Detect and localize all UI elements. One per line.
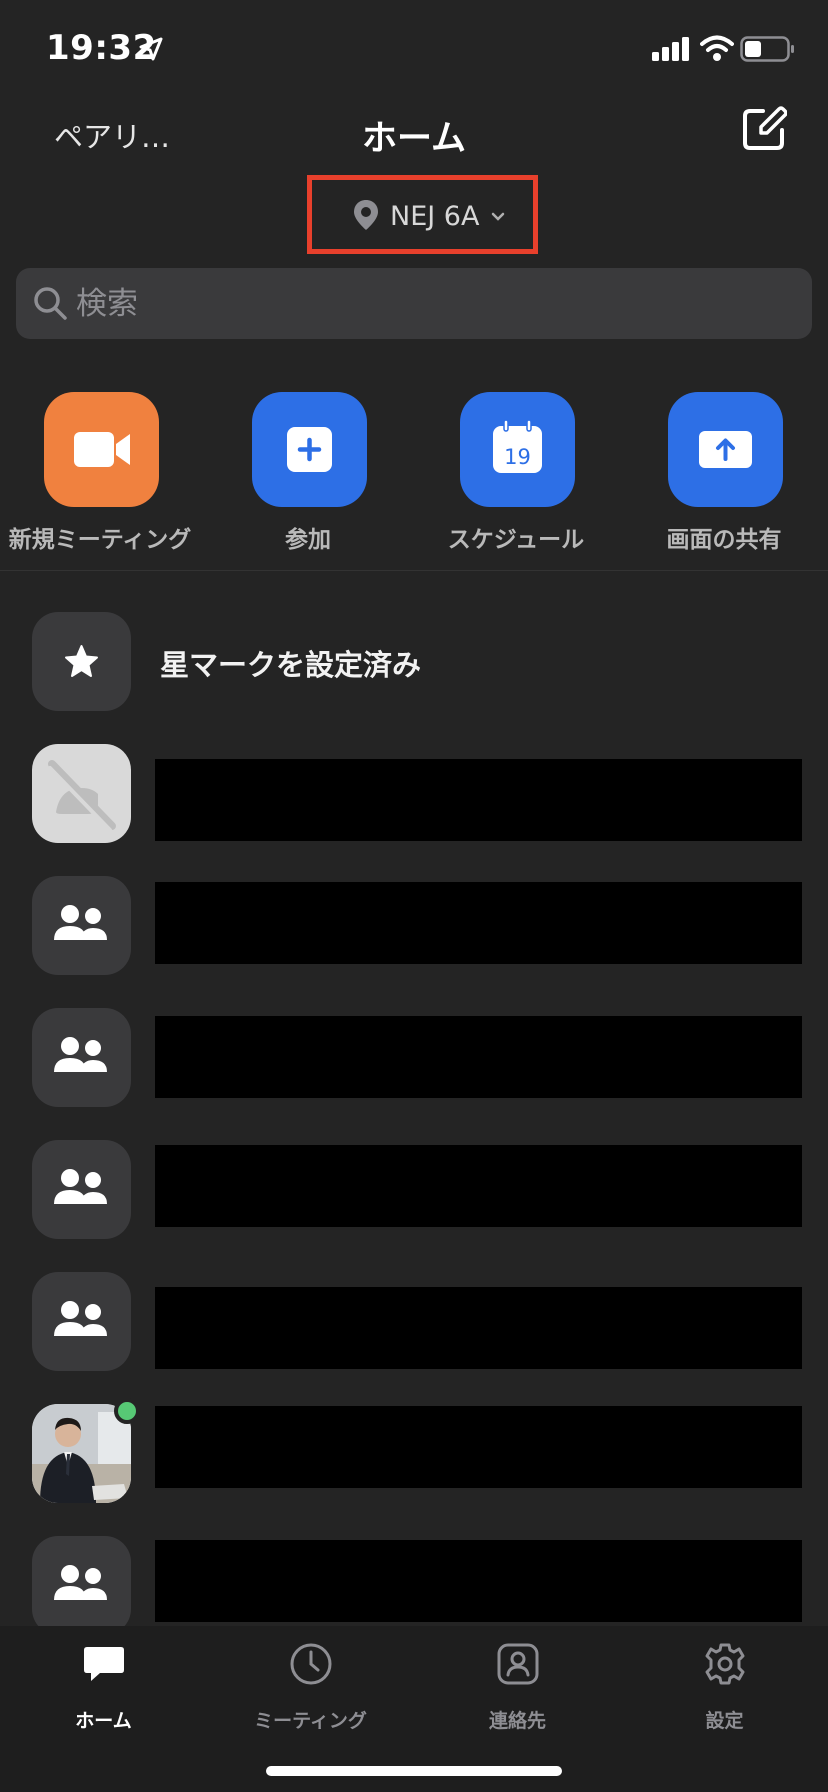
tab-meetings-label: ミーティング	[254, 1710, 367, 1732]
avatar	[32, 876, 131, 975]
compose-icon[interactable]	[741, 106, 787, 152]
video-camera-icon	[74, 432, 130, 467]
tab-settings[interactable]: 設定	[621, 1626, 828, 1746]
chevron-down-icon	[491, 212, 505, 221]
calendar-day: 19	[504, 445, 531, 469]
cellular-signal-icon	[652, 37, 689, 61]
schedule-label: スケジュール	[447, 527, 585, 553]
avatar	[32, 1536, 131, 1635]
location-selector[interactable]: NEJ 6A	[307, 175, 538, 254]
list-item[interactable]	[0, 1272, 828, 1372]
home-indicator[interactable]	[266, 1766, 562, 1776]
share-screen-label: 画面の共有	[666, 527, 782, 553]
location-name: NEJ 6A	[390, 201, 480, 232]
starred-avatar	[32, 612, 131, 711]
list-item[interactable]	[0, 744, 828, 844]
new-meeting-label: 新規ミーティング	[8, 527, 192, 553]
hidden-user-icon	[48, 760, 116, 832]
calendar-icon: 19	[493, 419, 542, 473]
redacted-content	[155, 1540, 802, 1622]
schedule-tile[interactable]: 19	[460, 392, 575, 507]
redacted-content	[155, 1287, 802, 1369]
share-screen-icon	[699, 431, 752, 468]
group-icon	[54, 1565, 107, 1600]
new-meeting-button[interactable]: 新規ミーティング	[9, 392, 191, 562]
tab-contacts[interactable]: 連絡先	[414, 1626, 621, 1746]
join-tile[interactable]	[252, 392, 367, 507]
location-arrow-icon	[139, 37, 163, 61]
join-label: 参加	[285, 527, 331, 553]
search-input[interactable]	[76, 268, 776, 339]
tab-settings-label: 設定	[705, 1710, 744, 1732]
page-title: ホーム	[362, 119, 466, 159]
avatar	[32, 1140, 131, 1239]
gear-icon	[705, 1643, 745, 1685]
avatar	[32, 1008, 131, 1107]
avatar	[32, 1272, 131, 1371]
starred-row[interactable]: 星マークを設定済み	[0, 612, 828, 712]
starred-label: 星マークを設定済み	[160, 648, 422, 682]
group-icon	[54, 1301, 107, 1336]
status-bar: 19:32	[0, 0, 828, 100]
chat-bubble-icon	[84, 1647, 124, 1681]
schedule-button[interactable]: 19 スケジュール	[426, 392, 606, 562]
online-status-dot	[114, 1398, 140, 1424]
group-icon	[54, 905, 107, 940]
tab-contacts-label: 連絡先	[488, 1710, 546, 1732]
map-pin-icon	[354, 200, 378, 230]
tab-home-label: ホーム	[75, 1710, 132, 1732]
redacted-content	[155, 882, 802, 964]
wifi-icon	[700, 35, 734, 61]
list-item[interactable]	[0, 1536, 828, 1636]
list-item[interactable]	[0, 876, 828, 976]
plus-icon	[287, 427, 332, 472]
group-icon	[54, 1169, 107, 1204]
clock-icon	[290, 1643, 332, 1685]
share-screen-tile[interactable]	[668, 392, 783, 507]
redacted-content	[155, 1145, 802, 1227]
list-item[interactable]	[0, 1140, 828, 1240]
battery-icon	[740, 36, 794, 62]
list-item[interactable]	[0, 1008, 828, 1108]
tab-home[interactable]: ホーム	[0, 1626, 207, 1746]
section-divider	[0, 570, 828, 571]
avatar	[32, 744, 131, 843]
search-bar[interactable]	[16, 268, 812, 339]
redacted-content	[155, 759, 802, 841]
tab-meetings[interactable]: ミーティング	[207, 1626, 414, 1746]
join-button[interactable]: 参加	[218, 392, 398, 562]
group-icon	[54, 1037, 107, 1072]
star-icon	[65, 645, 98, 677]
contacts-icon	[497, 1643, 539, 1685]
redacted-content	[155, 1406, 802, 1488]
new-meeting-tile[interactable]	[44, 392, 159, 507]
redacted-content	[155, 1016, 802, 1098]
share-screen-button[interactable]: 画面の共有	[634, 392, 814, 562]
search-icon	[34, 287, 67, 320]
list-item[interactable]	[0, 1398, 828, 1504]
